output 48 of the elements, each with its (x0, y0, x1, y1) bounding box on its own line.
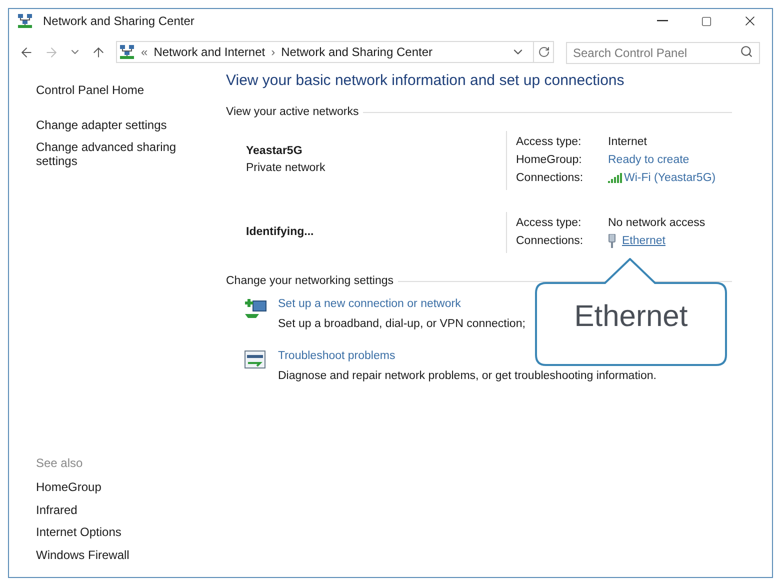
up-button[interactable] (91, 44, 106, 60)
homegroup-status-link[interactable]: Ready to create (608, 152, 690, 169)
window-title: Network and Sharing Center (43, 13, 194, 30)
network-setup-icon (244, 298, 268, 320)
section-heading: Change your networking settings (226, 274, 394, 289)
access-type-value: No network access (608, 216, 706, 231)
search-field[interactable]: Search Control Panel (566, 42, 760, 64)
overflow-chevron-icon[interactable]: « (141, 43, 148, 61)
sidebar-link[interactable]: Control Panel Home (36, 83, 186, 97)
ethernet-plug-icon (608, 234, 616, 248)
wifi-connection-link[interactable]: Wi-Fi (Yeastar5G) (624, 170, 716, 187)
network-icon (17, 13, 33, 29)
network-name: Identifying... (246, 224, 315, 240)
callout-text: Ethernet (573, 299, 689, 335)
see-also-link[interactable]: HomeGroup (36, 480, 226, 494)
breadcrumb-item[interactable]: Network and Sharing Center (281, 43, 433, 61)
see-also-heading: See also (36, 455, 84, 472)
breadcrumb-item[interactable]: Network and Internet (154, 43, 266, 61)
ethernet-connection-link[interactable]: Ethernet (622, 232, 666, 250)
detail-label: Access type: (516, 134, 582, 150)
maximize-icon (700, 16, 712, 26)
task-description: Set up a broadband, dial-up, or VPN connection; (278, 317, 526, 332)
see-also-link[interactable]: Windows Firewall (36, 548, 226, 562)
troubleshoot-icon (244, 350, 266, 370)
section-heading: View your active networks (226, 104, 359, 120)
network-icon (119, 44, 135, 60)
detail-label: Access type: (516, 216, 582, 231)
back-button[interactable] (19, 44, 34, 60)
page-heading: View your basic network information and set up connections (226, 71, 626, 91)
task-link[interactable]: Set up a new connection or network (278, 296, 461, 314)
sidebar-link[interactable]: Change advanced sharing settings (36, 140, 186, 168)
detail-label: HomeGroup: (516, 152, 583, 168)
minimize-icon (656, 20, 668, 22)
see-also-link[interactable]: Infrared (36, 502, 226, 517)
task-description: Diagnose and repair network problems, or get troubleshooting information. (278, 368, 656, 384)
address-bar[interactable]: « Network and Internet › Network and Sharing Center (116, 41, 554, 63)
see-also-link[interactable]: Internet Options (36, 525, 226, 540)
wifi-signal-icon (608, 173, 622, 184)
task-link[interactable]: Troubleshoot problems (278, 348, 396, 365)
separator-chevron-icon[interactable]: › (271, 43, 276, 61)
sidebar-link[interactable]: Change adapter settings (36, 118, 186, 132)
detail-label: Connections: (516, 170, 584, 186)
access-type-value: Internet (608, 134, 647, 150)
search-icon[interactable] (740, 45, 753, 58)
detail-label: Connections: (516, 234, 584, 249)
network-type: Private network (246, 161, 326, 176)
network-name: Yeastar5G (246, 144, 304, 159)
refresh-icon (538, 46, 550, 58)
